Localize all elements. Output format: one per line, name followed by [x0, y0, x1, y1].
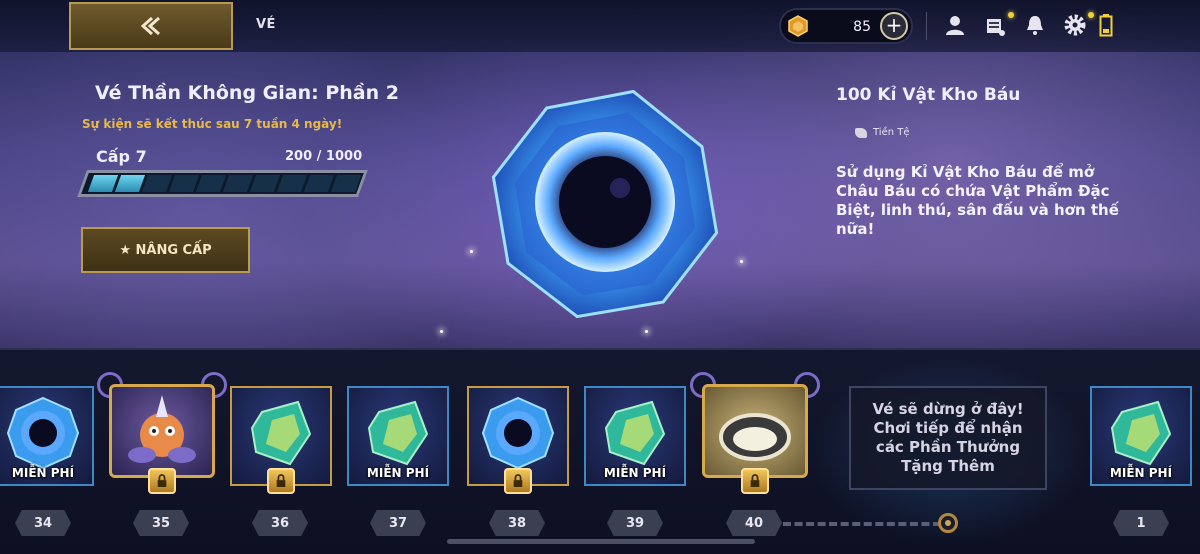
level-tag: 1 — [1113, 510, 1169, 536]
xp-segment — [114, 175, 146, 192]
pass-end-message: Vé sẽ dừng ở đây! Chơi tiếp để nhận các … — [849, 386, 1047, 490]
bell-icon — [1027, 16, 1043, 35]
treasure-token-icon — [788, 15, 808, 37]
level-tag: 39 — [607, 510, 663, 536]
free-label: MIỄN PHÍ — [11, 466, 75, 480]
battery-indicator — [1096, 12, 1116, 38]
premium-reward-card[interactable] — [690, 372, 820, 502]
sparkle — [740, 260, 743, 263]
upgrade-button[interactable]: ★ NÂNG CẤP — [81, 227, 250, 273]
xp-segment — [276, 175, 308, 192]
level-tag: 40 — [726, 510, 782, 536]
sparkle — [470, 250, 473, 253]
currency-display: 85 + — [779, 8, 913, 44]
profile-button[interactable] — [942, 12, 968, 38]
gem-shard-icon — [367, 400, 429, 466]
xp-progress-bar — [77, 170, 368, 197]
back-arrow-icon — [140, 16, 160, 36]
gear-icon — [1064, 14, 1086, 36]
xp-counter: 200 / 1000 — [285, 149, 363, 164]
xp-segment — [330, 175, 362, 192]
level-tag: 34 — [15, 510, 71, 536]
top-bar: VÉ 85 + — [0, 0, 1200, 52]
item-type-label: Tiền Tệ — [873, 127, 910, 138]
battery-icon — [1099, 14, 1113, 37]
pet-icon — [128, 395, 196, 463]
currency-amount: 85 — [853, 19, 871, 35]
arena-icon — [719, 413, 791, 461]
free-label: MIỄN PHÍ — [603, 466, 667, 480]
notification-dot — [1008, 12, 1014, 18]
lock-icon — [157, 474, 167, 487]
xp-segment — [168, 175, 200, 192]
xp-segment — [195, 175, 227, 192]
track-end-marker — [938, 513, 958, 533]
level-label: Cấp 7 — [96, 147, 147, 166]
treasure-token-icon — [481, 396, 555, 470]
reward-card[interactable]: MIỄN PHÍ — [584, 386, 686, 486]
quests-button[interactable] — [982, 12, 1008, 38]
lock-icon — [750, 474, 760, 487]
event-countdown: Sự kiện sẽ kết thúc sau 7 tuần 4 ngày! — [82, 117, 343, 131]
level-tag: 36 — [252, 510, 308, 536]
scroll-icon — [987, 19, 1005, 36]
notification-dot — [1088, 12, 1094, 18]
item-title: 100 Kỉ Vật Kho Báu — [836, 85, 1021, 105]
item-type: Tiền Tệ — [855, 127, 910, 138]
gem-shard-icon — [250, 400, 312, 466]
sparkle — [645, 330, 648, 333]
horizontal-scrollbar[interactable] — [447, 539, 755, 544]
xp-segment — [249, 175, 281, 192]
breadcrumb: VÉ — [256, 17, 276, 32]
xp-segment — [222, 175, 254, 192]
sparkle — [440, 330, 443, 333]
premium-reward-card[interactable] — [230, 386, 332, 494]
lock-badge — [148, 468, 176, 494]
reward-card[interactable]: MIỄN PHÍ — [1090, 386, 1192, 486]
level-tag: 35 — [133, 510, 189, 536]
gem-shard-icon — [604, 400, 666, 466]
lock-badge — [504, 468, 532, 494]
lock-badge — [267, 468, 295, 494]
free-label: MIỄN PHÍ — [366, 466, 430, 480]
free-label: MIỄN PHÍ — [1109, 466, 1173, 480]
divider — [926, 12, 927, 40]
reward-frame — [109, 384, 215, 478]
back-button[interactable] — [69, 2, 233, 50]
user-icon — [946, 16, 964, 35]
xp-segment — [87, 175, 119, 192]
treasure-token-icon — [6, 396, 80, 470]
treasure-token-artwork — [491, 89, 719, 319]
premium-reward-card[interactable] — [97, 372, 227, 502]
reward-card[interactable]: MIỄN PHÍ — [347, 386, 449, 486]
xp-segment — [141, 175, 173, 192]
notifications-button[interactable] — [1022, 12, 1048, 38]
reward-card[interactable]: MIỄN PHÍ — [0, 386, 94, 486]
pass-title: Vé Thần Không Gian: Phần 2 — [95, 82, 399, 104]
level-tag: 37 — [370, 510, 426, 536]
reward-frame — [702, 384, 808, 478]
gem-shard-icon — [1110, 400, 1172, 466]
add-currency-button[interactable]: + — [880, 12, 908, 40]
lock-icon — [513, 474, 523, 487]
premium-reward-card[interactable] — [467, 386, 569, 494]
track-dashed-line — [783, 522, 941, 526]
settings-button[interactable] — [1062, 12, 1088, 38]
lock-icon — [276, 474, 286, 487]
currency-type-icon — [855, 127, 867, 138]
item-description: Sử dụng Kỉ Vật Kho Báu để mở Châu Báu có… — [836, 163, 1119, 238]
level-tag: 38 — [489, 510, 545, 536]
xp-segment — [303, 175, 335, 192]
lock-badge — [741, 468, 769, 494]
